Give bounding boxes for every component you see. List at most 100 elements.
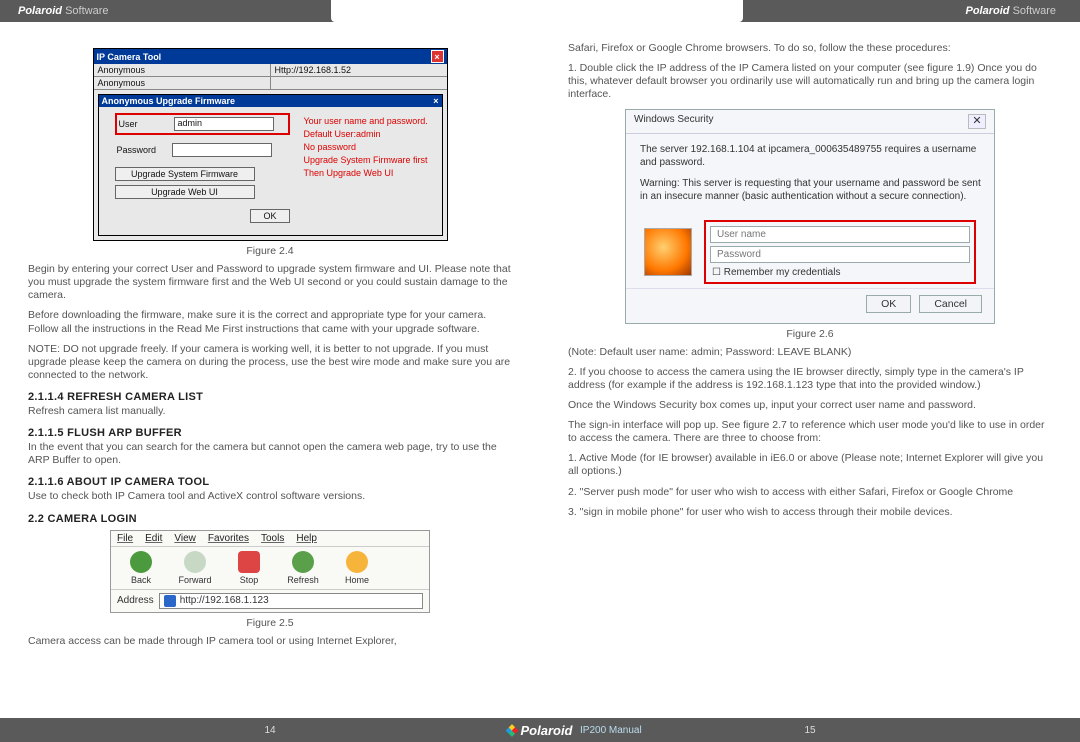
para-step2: 2. If you choose to access the camera us… <box>568 366 1052 392</box>
cancel-button[interactable]: Cancel <box>919 295 982 313</box>
para-browsers: Safari, Firefox or Google Chrome browser… <box>568 42 1052 55</box>
remember-checkbox[interactable]: ☐ Remember my credentials <box>710 266 970 278</box>
heading-login: 2.2 CAMERA LOGIN <box>28 513 512 525</box>
fig26-body: The server 192.168.1.104 at ipcamera_000… <box>626 134 994 212</box>
figure-2-6: Windows Security ✕ The server 192.168.1.… <box>625 109 995 324</box>
fig26-line2: Warning: This server is requesting that … <box>640 177 982 203</box>
page-left: IP Camera Tool × Anonymous Http://192.16… <box>0 22 540 718</box>
refresh-button[interactable]: Refresh <box>279 551 327 585</box>
para-note: NOTE: DO not upgrade freely. If your cam… <box>28 343 512 382</box>
stop-icon <box>238 551 260 573</box>
fig25-menu: File Edit View Favorites Tools Help <box>111 531 429 547</box>
para-mode2: 2. "Server push mode" for user who wish … <box>568 486 1052 499</box>
para-flush: In the event that you can search for the… <box>28 441 512 467</box>
ie-icon <box>164 595 176 607</box>
fig24-row1-url: Http://192.168.1.52 <box>271 64 447 76</box>
fig26-line1: The server 192.168.1.104 at ipcamera_000… <box>640 143 982 169</box>
fig24-dialog-titlebar: Anonymous Upgrade Firmware × <box>99 95 442 107</box>
menu-tools[interactable]: Tools <box>261 533 284 544</box>
fig25-caption: Figure 2.5 <box>28 617 512 629</box>
footer-brand-text: Polaroid <box>520 723 572 738</box>
ok-button[interactable]: OK <box>250 209 290 223</box>
fig24-user-label: User <box>119 119 174 129</box>
para-refresh: Refresh camera list manually. <box>28 405 512 418</box>
header-right: Polaroid Software <box>743 5 1080 17</box>
fig25-addressbar: Address http://192.168.1.123 <box>111 590 429 612</box>
fig24-user-field: User admin <box>115 113 290 135</box>
fig24-pass-label: Password <box>117 145 172 155</box>
header-bar: Polaroid Software Polaroid Software <box>0 0 1080 22</box>
menu-help[interactable]: Help <box>296 533 317 544</box>
menu-favorites[interactable]: Favorites <box>208 533 249 544</box>
fig24-dialog: Anonymous Upgrade Firmware × User admin … <box>98 94 443 236</box>
para-step1: 1. Double click the IP address of the IP… <box>568 62 1052 101</box>
upgrade-web-button[interactable]: Upgrade Web UI <box>115 185 255 199</box>
fig24-row2-blank <box>271 77 447 89</box>
close-icon[interactable]: × <box>431 50 444 63</box>
para-before-download: Before downloading the firmware, make su… <box>28 309 512 335</box>
menu-file[interactable]: File <box>117 533 133 544</box>
para-access: Camera access can be made through IP cam… <box>28 635 512 648</box>
fig25-toolbar: Back Forward Stop Refresh Home <box>111 547 429 590</box>
figure-2-4: IP Camera Tool × Anonymous Http://192.16… <box>93 48 448 241</box>
fig24-row1: Anonymous Http://192.168.1.52 <box>94 64 447 77</box>
home-label: Home <box>345 575 369 585</box>
home-icon <box>346 551 368 573</box>
ann-default-user: Default User:admin <box>304 130 444 140</box>
footer-manual: IP200 Manual <box>580 725 642 736</box>
heading-refresh: 2.1.1.4 REFRESH CAMERA LIST <box>28 391 512 403</box>
username-input[interactable]: User name <box>710 226 970 243</box>
brand-word: Polaroid <box>18 5 62 17</box>
fig26-caption: Figure 2.6 <box>568 328 1052 340</box>
para-default-creds: (Note: Default user name: admin; Passwor… <box>568 346 1052 359</box>
fig24-annotations: Your user name and password. Default Use… <box>304 117 444 181</box>
para-signin: The sign-in interface will pop up. See f… <box>568 419 1052 445</box>
ann-user-pass: Your user name and password. <box>304 117 444 127</box>
menu-view[interactable]: View <box>174 533 196 544</box>
stop-button[interactable]: Stop <box>225 551 273 585</box>
fig24-title: IP Camera Tool <box>97 52 162 62</box>
fig24-titlebar: IP Camera Tool × <box>94 49 447 64</box>
close-icon[interactable]: ✕ <box>968 114 986 129</box>
fig24-row2: Anonymous <box>94 77 447 90</box>
para-about: Use to check both IP Camera tool and Act… <box>28 490 512 503</box>
close-icon[interactable]: × <box>433 96 438 106</box>
heading-flush: 2.1.1.5 FLUSH ARP BUFFER <box>28 427 512 439</box>
brand-word-r: Polaroid <box>966 5 1010 17</box>
forward-label: Forward <box>178 575 211 585</box>
para-mode1: 1. Active Mode (for IE browser) availabl… <box>568 452 1052 478</box>
ok-button[interactable]: OK <box>866 295 911 313</box>
home-button[interactable]: Home <box>333 551 381 585</box>
fig24-user-input[interactable]: admin <box>174 117 274 131</box>
brand-suffix-r: Software <box>1013 5 1056 17</box>
heading-about: 2.1.1.6 ABOUT IP CAMERA TOOL <box>28 476 512 488</box>
ann-upgrade-sys: Upgrade System Firmware first <box>304 156 444 166</box>
fig26-credentials: User name Password ☐ Remember my credent… <box>626 212 994 288</box>
header-left: Polaroid Software <box>0 5 331 17</box>
ann-no-password: No password <box>304 143 444 153</box>
password-input[interactable]: Password <box>710 246 970 263</box>
fig26-fields: User name Password ☐ Remember my credent… <box>704 220 976 284</box>
page-number-left: 14 <box>0 725 540 736</box>
footer-bar: 14 15 Polaroid IP200 Manual <box>0 718 1080 742</box>
brand-suffix: Software <box>65 5 108 17</box>
fig26-titlebar: Windows Security ✕ <box>626 110 994 134</box>
upgrade-system-button[interactable]: Upgrade System Firmware <box>115 167 255 181</box>
refresh-icon <box>292 551 314 573</box>
address-input[interactable]: http://192.168.1.123 <box>159 593 423 609</box>
page-right: Safari, Firefox or Google Chrome browser… <box>540 22 1080 718</box>
fig26-buttons: OK Cancel <box>626 288 994 323</box>
refresh-label: Refresh <box>287 575 319 585</box>
back-button[interactable]: Back <box>117 551 165 585</box>
remember-label: Remember my credentials <box>724 267 841 278</box>
forward-button[interactable]: Forward <box>171 551 219 585</box>
forward-icon <box>184 551 206 573</box>
fig24-pass-input[interactable] <box>172 143 272 157</box>
fig26-title: Windows Security <box>634 114 713 129</box>
back-icon <box>130 551 152 573</box>
address-label: Address <box>117 595 154 606</box>
figure-2-5: File Edit View Favorites Tools Help Back… <box>110 530 430 613</box>
polaroid-logo-icon <box>506 724 519 737</box>
footer-brand: Polaroid <box>507 723 572 738</box>
menu-edit[interactable]: Edit <box>145 533 162 544</box>
